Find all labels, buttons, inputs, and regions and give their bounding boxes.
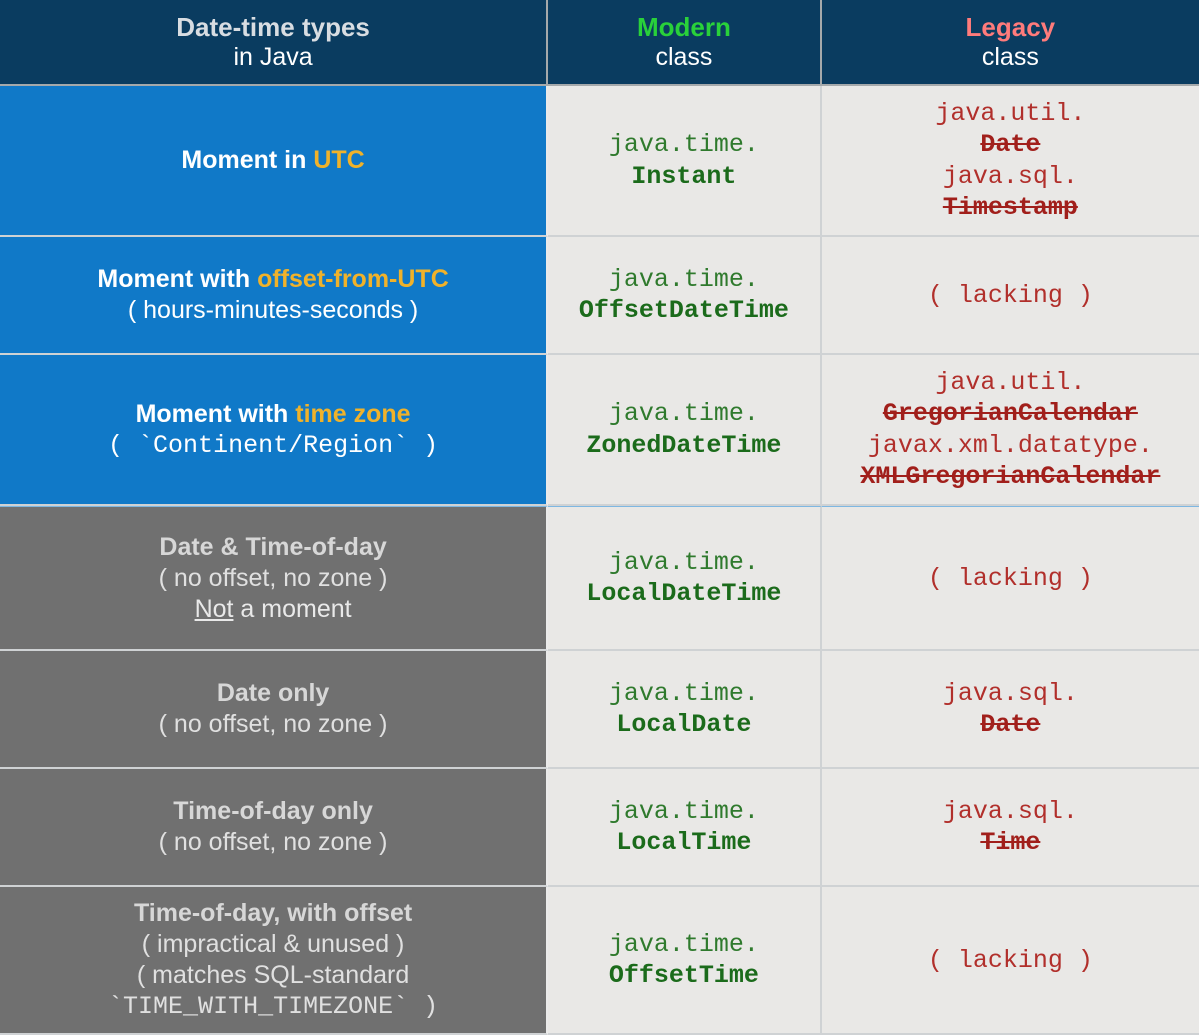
table-row: Moment in UTC java.time. Instant java.ut…	[0, 86, 1199, 237]
modern-cell: java.time. LocalTime	[548, 769, 822, 887]
row-label-timezone: Moment with time zone ( `Continent/Regio…	[0, 355, 548, 506]
legacy-package: java.sql.	[943, 797, 1078, 826]
modern-package: java.time.	[609, 548, 759, 577]
table-row: Time-of-day only ( no offset, no zone ) …	[0, 769, 1199, 887]
modern-cell: java.time. OffsetTime	[548, 887, 822, 1035]
modern-cell: java.time. LocalDate	[548, 651, 822, 769]
row-label-localdate: Date only ( no offset, no zone )	[0, 651, 548, 769]
row-title-pre: Time-of-day, with offset	[134, 899, 412, 927]
modern-cell: java.time. LocalDateTime	[548, 506, 822, 651]
row-title-pre: Date only	[217, 679, 330, 707]
modern-class: LocalDateTime	[586, 579, 781, 608]
legacy-cell: ( lacking )	[822, 237, 1199, 355]
row-title-pre: Date & Time-of-day	[159, 533, 386, 561]
header-title-line1: Date-time types	[176, 12, 370, 42]
modern-package: java.time.	[609, 797, 759, 826]
table-row: Date only ( no offset, no zone ) java.ti…	[0, 651, 1199, 769]
legacy-package: javax.xml.datatype.	[868, 431, 1153, 460]
legacy-package: java.util.	[935, 99, 1085, 128]
legacy-cell: java.util. Date java.sql. Timestamp	[822, 86, 1199, 237]
modern-cell: java.time. Instant	[548, 86, 822, 237]
row-title-accent: offset-from-UTC	[257, 265, 449, 293]
legacy-cell: ( lacking )	[822, 887, 1199, 1035]
modern-class: ZonedDateTime	[586, 431, 781, 460]
row-note-post: a moment	[233, 595, 351, 623]
header-modern-label: Modern	[637, 12, 731, 42]
row-title-accent: UTC	[313, 146, 364, 174]
row-title-accent: time zone	[295, 400, 410, 428]
row-label-offsettime: Time-of-day, with offset ( impractical &…	[0, 887, 548, 1035]
modern-class: Instant	[631, 162, 736, 191]
header-col-legacy: Legacy class	[822, 0, 1199, 86]
row-label-localdatetime: Date & Time-of-day ( no offset, no zone …	[0, 506, 548, 651]
header-col-description: Date-time types in Java	[0, 0, 548, 86]
table-row: Date & Time-of-day ( no offset, no zone …	[0, 506, 1199, 651]
header-col-modern: Modern class	[548, 0, 822, 86]
legacy-lacking: ( lacking )	[928, 564, 1093, 593]
header-title-line2: in Java	[10, 43, 536, 72]
legacy-cell: java.util. GregorianCalendar javax.xml.d…	[822, 355, 1199, 506]
header-modern-sub: class	[558, 43, 810, 72]
modern-cell: java.time. ZonedDateTime	[548, 355, 822, 506]
modern-package: java.time.	[609, 265, 759, 294]
legacy-cell: java.sql. Date	[822, 651, 1199, 769]
row-paren: ( hours-minutes-seconds )	[10, 296, 536, 325]
legacy-package: java.util.	[935, 368, 1085, 397]
legacy-lacking: ( lacking )	[928, 946, 1093, 975]
legacy-package: java.sql.	[943, 162, 1078, 191]
row-paren: ( no offset, no zone )	[10, 828, 536, 857]
row-note3: `TIME_WITH_TIMEZONE` )	[10, 992, 536, 1021]
modern-package: java.time.	[609, 930, 759, 959]
table-header-row: Date-time types in Java Modern class Leg…	[0, 0, 1199, 86]
modern-class: LocalTime	[616, 828, 751, 857]
row-paren: ( impractical & unused )	[10, 930, 536, 959]
modern-cell: java.time. OffsetDateTime	[548, 237, 822, 355]
row-paren: ( `Continent/Region` )	[10, 431, 536, 460]
row-title-pre: Time-of-day only	[173, 797, 373, 825]
legacy-class: XMLGregorianCalendar	[860, 462, 1160, 491]
legacy-cell: ( lacking )	[822, 506, 1199, 651]
modern-class: OffsetDateTime	[579, 296, 789, 325]
table-row: Time-of-day, with offset ( impractical &…	[0, 887, 1199, 1035]
legacy-lacking: ( lacking )	[928, 281, 1093, 310]
row-label-localtime: Time-of-day only ( no offset, no zone )	[0, 769, 548, 887]
row-paren: ( no offset, no zone )	[10, 710, 536, 739]
row-label-offset: Moment with offset-from-UTC ( hours-minu…	[0, 237, 548, 355]
legacy-class: GregorianCalendar	[883, 399, 1138, 428]
header-legacy-sub: class	[832, 43, 1189, 72]
row-paren: ( no offset, no zone )	[10, 564, 536, 593]
row-note-ul: Not	[195, 595, 234, 623]
datetime-types-table: Date-time types in Java Modern class Leg…	[0, 0, 1199, 1035]
modern-package: java.time.	[609, 679, 759, 708]
modern-package: java.time.	[609, 399, 759, 428]
table-row: Moment with time zone ( `Continent/Regio…	[0, 355, 1199, 506]
legacy-cell: java.sql. Time	[822, 769, 1199, 887]
modern-class: LocalDate	[616, 710, 751, 739]
row-title-pre: Moment with	[136, 400, 296, 428]
legacy-class: Date	[980, 130, 1040, 159]
row-label-utc: Moment in UTC	[0, 86, 548, 237]
row-note2: ( matches SQL-standard	[10, 961, 536, 990]
legacy-class: Timestamp	[943, 193, 1078, 222]
modern-package: java.time.	[609, 130, 759, 159]
row-title-pre: Moment in	[181, 146, 313, 174]
table-row: Moment with offset-from-UTC ( hours-minu…	[0, 237, 1199, 355]
modern-class: OffsetTime	[609, 961, 759, 990]
legacy-class: Date	[980, 710, 1040, 739]
legacy-class: Time	[980, 828, 1040, 857]
legacy-package: java.sql.	[943, 679, 1078, 708]
header-legacy-label: Legacy	[966, 12, 1056, 42]
row-title-pre: Moment with	[97, 265, 257, 293]
